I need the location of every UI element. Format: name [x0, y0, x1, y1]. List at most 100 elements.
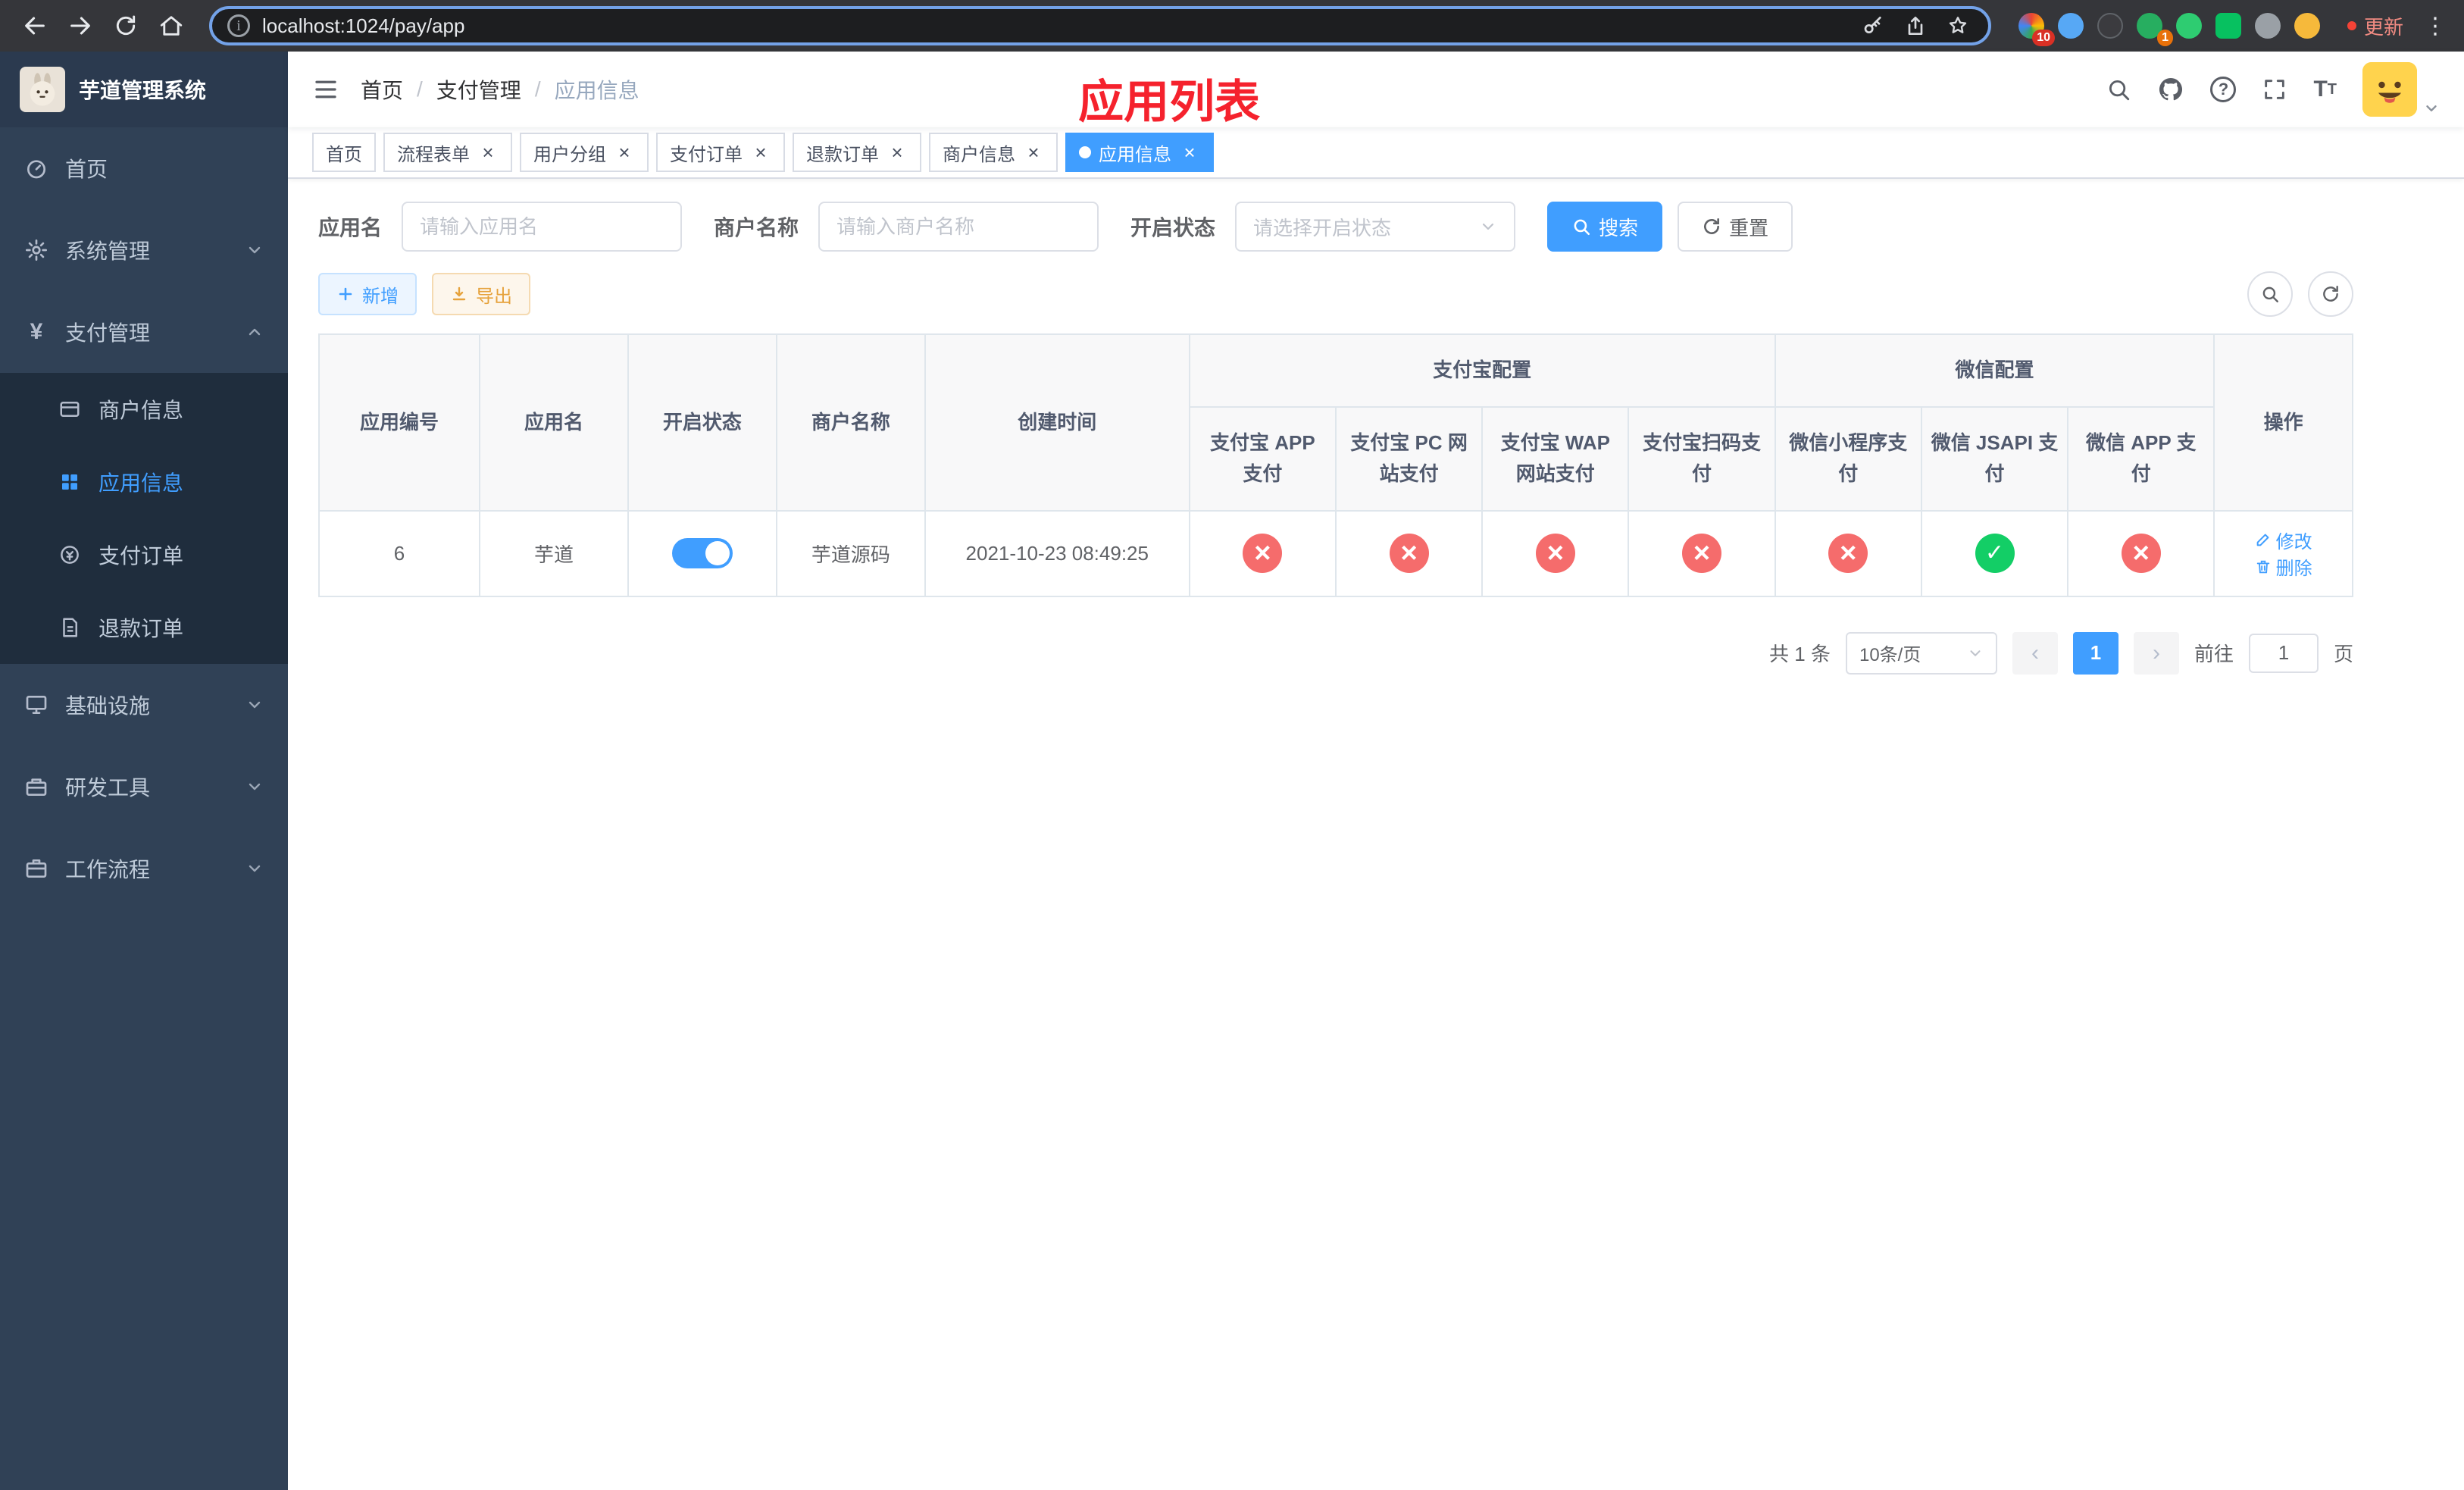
sidebar-submenu-payment: 商户信息 应用信息 支付订单 退款订单 — [0, 373, 288, 664]
url-text[interactable]: localhost:1024/pay/app — [262, 14, 1849, 38]
address-bar-actions — [1861, 14, 1982, 38]
close-icon[interactable] — [750, 142, 771, 163]
extension-badge-1: 10 — [2032, 30, 2055, 46]
sidebar-item-payment[interactable]: ¥ 支付管理 — [0, 291, 288, 373]
refund-order-icon — [58, 615, 82, 640]
sidebar-collapse-icon[interactable] — [312, 76, 339, 103]
sidebar-item-workflow[interactable]: 工作流程 — [0, 828, 288, 909]
goto-page-input[interactable] — [2248, 633, 2319, 673]
tab-home[interactable]: 首页 — [312, 133, 376, 172]
extension-icon-3[interactable] — [2097, 13, 2123, 39]
close-icon[interactable] — [886, 142, 908, 163]
chevron-down-icon — [245, 859, 264, 878]
close-icon[interactable] — [614, 142, 635, 163]
pay-order-icon — [58, 543, 82, 567]
col-header-status: 开启状态 — [627, 333, 777, 512]
app-name-input-wrap — [402, 202, 683, 252]
user-menu[interactable] — [2362, 62, 2440, 117]
extension-icon-6[interactable] — [2215, 13, 2241, 39]
extension-icon-5[interactable] — [2175, 13, 2202, 39]
tab-refund-order[interactable]: 退款订单 — [793, 133, 921, 172]
edit-link[interactable]: 修改 — [2255, 527, 2312, 553]
back-button[interactable] — [15, 6, 55, 45]
extension-icon-1[interactable]: 10 — [2018, 13, 2055, 46]
site-info-icon[interactable] — [227, 14, 250, 37]
tab-app-info[interactable]: 应用信息 — [1065, 133, 1214, 172]
page-size-select[interactable]: 10条/页 — [1845, 631, 1997, 675]
app-name-label: 应用名 — [318, 216, 383, 239]
search-icon — [2260, 284, 2280, 304]
tab-user-group[interactable]: 用户分组 — [520, 133, 649, 172]
share-icon[interactable] — [1903, 14, 1928, 38]
sidebar-item-pay-order[interactable]: 支付订单 — [0, 518, 288, 591]
forward-button[interactable] — [61, 6, 100, 45]
export-button[interactable]: 导出 — [432, 273, 530, 315]
breadcrumb: 首页 / 支付管理 / 应用信息 — [361, 74, 639, 105]
sidebar-item-infra[interactable]: 基础设施 — [0, 664, 288, 746]
extensions-cluster: 10 1 — [2018, 13, 2320, 46]
delete-link[interactable]: 删除 — [2255, 553, 2312, 580]
sidebar-item-refund-order[interactable]: 退款订单 — [0, 591, 288, 664]
status-select[interactable]: 请选择开启状态 — [1235, 202, 1516, 252]
add-button[interactable]: 新增 — [318, 273, 417, 315]
reload-button[interactable] — [106, 6, 145, 45]
address-bar[interactable]: localhost:1024/pay/app — [209, 6, 1991, 45]
breadcrumb-payment[interactable]: 支付管理 — [436, 74, 521, 105]
logo[interactable]: 芋道管理系统 — [0, 52, 288, 127]
tab-process-form[interactable]: 流程表单 — [383, 133, 512, 172]
col-header-alipay-wap: 支付宝 WAP 网站支付 — [1481, 405, 1630, 512]
help-icon[interactable] — [2210, 77, 2237, 102]
page-number-1[interactable]: 1 — [2072, 631, 2118, 675]
plus-icon — [336, 285, 355, 303]
home-icon — [160, 16, 183, 36]
tab-pay-order[interactable]: 支付订单 — [656, 133, 785, 172]
wx-app-status-icon — [2121, 534, 2161, 574]
page-unit-label: 页 — [2333, 643, 2353, 666]
sidebar-item-system[interactable]: 系统管理 — [0, 209, 288, 291]
app-navbar: 首页 / 支付管理 / 应用信息 应用列表 — [288, 52, 2464, 127]
merchant-name-input[interactable] — [836, 214, 1081, 239]
chevron-up-icon — [245, 323, 264, 341]
col-header-merchant: 商户名称 — [775, 333, 926, 512]
col-header-wx-lite: 微信小程序支付 — [1774, 405, 1922, 512]
home-button[interactable] — [152, 6, 191, 45]
password-key-icon[interactable] — [1861, 14, 1885, 38]
close-icon[interactable] — [1023, 142, 1044, 163]
refresh-table-button[interactable] — [2308, 271, 2353, 317]
col-group-alipay: 支付宝配置 — [1188, 333, 1776, 408]
profile-avatar-icon[interactable] — [2294, 13, 2320, 39]
browser-update-button[interactable]: 更新 — [2335, 12, 2416, 40]
close-icon[interactable] — [1179, 142, 1200, 163]
sidebar-item-app-info[interactable]: 应用信息 — [0, 446, 288, 518]
bookmark-star-icon[interactable] — [1946, 14, 1970, 38]
breadcrumb-home[interactable]: 首页 — [361, 74, 403, 105]
extension-badge-2: 1 — [2157, 30, 2173, 46]
next-page-button[interactable] — [2133, 631, 2179, 675]
breadcrumb-app-info: 应用信息 — [554, 79, 639, 102]
col-header-app-id: 应用编号 — [317, 333, 481, 512]
extension-icon-4[interactable]: 1 — [2136, 13, 2173, 46]
alipay-wap-status-icon — [1535, 534, 1575, 574]
sidebar-item-merchant-info[interactable]: 商户信息 — [0, 373, 288, 446]
tab-merchant-info[interactable]: 商户信息 — [929, 133, 1058, 172]
font-size-icon[interactable] — [2313, 77, 2337, 102]
wx-lite-status-icon — [1828, 534, 1868, 574]
extension-icon-2[interactable] — [2057, 13, 2084, 39]
toggle-search-button[interactable] — [2247, 271, 2293, 317]
app-name-input[interactable] — [420, 214, 664, 239]
search-icon[interactable] — [2106, 77, 2131, 102]
fullscreen-icon[interactable] — [2262, 77, 2287, 102]
reset-button[interactable]: 重置 — [1678, 202, 1793, 252]
status-toggle[interactable] — [671, 538, 733, 569]
extensions-puzzle-icon[interactable] — [2254, 13, 2281, 39]
sidebar-item-home[interactable]: 首页 — [0, 127, 288, 209]
close-icon[interactable] — [477, 142, 499, 163]
github-icon[interactable] — [2157, 76, 2184, 103]
alipay-qr-status-icon — [1682, 534, 1722, 574]
app-shell: 芋道管理系统 首页 系统管理 ¥ 支付管理 商户信息 应用信息 支付订单 退款订… — [0, 52, 2464, 1490]
prev-page-button[interactable] — [2012, 631, 2058, 675]
search-button[interactable]: 搜索 — [1547, 202, 1663, 252]
browser-menu-icon[interactable] — [2422, 13, 2449, 39]
sidebar: 芋道管理系统 首页 系统管理 ¥ 支付管理 商户信息 应用信息 支付订单 退款订… — [0, 52, 288, 1490]
sidebar-item-dev-tools[interactable]: 研发工具 — [0, 746, 288, 828]
